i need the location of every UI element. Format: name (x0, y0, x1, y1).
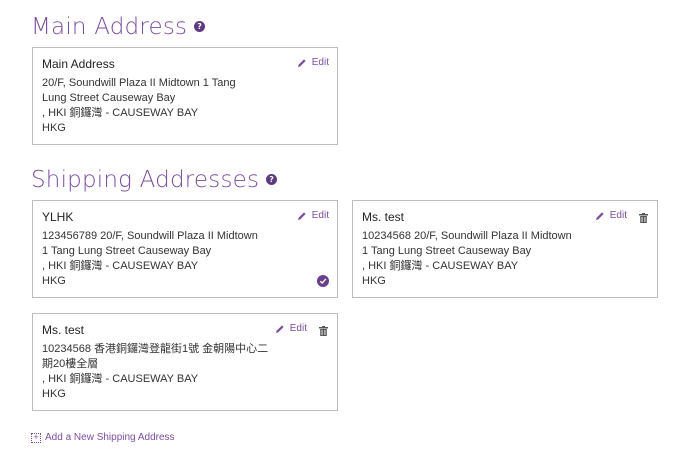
address-lines: 20/F, Soundwill Plaza II Midtown 1 Tang … (42, 76, 236, 136)
trash-icon[interactable] (319, 323, 328, 341)
shipping-address-card: Ms. test Edit 10234568 香港銅鑼灣登龍街1號 金朝陽中心二… (32, 313, 338, 411)
address-name: Main Address (42, 57, 115, 71)
edit-button[interactable]: Edit (297, 210, 329, 221)
address-line: 10234568 香港銅鑼灣登龍街1號 金朝陽中心二 (42, 343, 269, 355)
address-line: HKG (42, 122, 66, 134)
default-check-icon (317, 275, 329, 287)
address-line: 20/F, Soundwill Plaza II Midtown 1 Tang (42, 77, 236, 89)
main-address-card: Main Address Edit 20/F, Soundwill Plaza … (32, 47, 338, 145)
address-line: 1 Tang Lung Street Causeway Bay (362, 245, 532, 257)
address-lines: 10234568 20/F, Soundwill Plaza II Midtow… (362, 229, 572, 289)
edit-label: Edit (311, 210, 329, 221)
edit-button[interactable]: Edit (275, 323, 307, 334)
address-line: , HKI 銅鑼灣 - CAUSEWAY BAY (42, 260, 199, 272)
address-line: HKG (42, 388, 66, 400)
edit-button[interactable]: Edit (297, 57, 329, 68)
add-shipping-address-label: Add a New Shipping Address (45, 432, 175, 443)
address-name: Ms. test (362, 210, 405, 224)
edit-button[interactable]: Edit (595, 210, 627, 221)
address-line: 1 Tang Lung Street Causeway Bay (42, 245, 212, 257)
address-line: , HKI 銅鑼灣 - CAUSEWAY BAY (42, 107, 199, 119)
pencil-icon (595, 211, 604, 220)
shipping-addresses-heading: Shipping Addresses? (31, 167, 278, 193)
address-line: HKG (42, 275, 66, 287)
address-line: 123456789 20/F, Soundwill Plaza II Midto… (42, 230, 258, 242)
pencil-icon (297, 211, 306, 220)
main-address-title: Main Address (31, 14, 188, 40)
shipping-address-card: Ms. test Edit 10234568 20/F, Soundwill P… (352, 200, 658, 298)
address-line: 期20樓全層 (42, 358, 99, 370)
pencil-icon (297, 58, 306, 67)
edit-label: Edit (311, 57, 329, 68)
address-lines: 10234568 香港銅鑼灣登龍街1號 金朝陽中心二 期20樓全層 , HKI … (42, 342, 268, 402)
shipping-address-card: YLHK Edit 123456789 20/F, Soundwill Plaz… (32, 200, 338, 298)
help-icon[interactable]: ? (194, 21, 206, 32)
address-line: 10234568 20/F, Soundwill Plaza II Midtow… (362, 230, 572, 242)
address-name: Ms. test (42, 323, 85, 337)
pencil-icon (275, 324, 284, 333)
main-address-heading: Main Address? (31, 14, 206, 40)
help-icon[interactable]: ? (266, 174, 278, 185)
address-line: Lung Street Causeway Bay (42, 92, 176, 104)
edit-label: Edit (609, 210, 627, 221)
add-shipping-address-link[interactable]: + Add a New Shipping Address (31, 432, 175, 443)
address-lines: 123456789 20/F, Soundwill Plaza II Midto… (42, 229, 258, 289)
address-line: , HKI 銅鑼灣 - CAUSEWAY BAY (362, 260, 519, 272)
address-line: , HKI 銅鑼灣 - CAUSEWAY BAY (42, 373, 199, 385)
address-line: HKG (362, 275, 386, 287)
plus-box-icon: + (31, 432, 41, 443)
edit-label: Edit (289, 323, 307, 334)
trash-icon[interactable] (639, 210, 648, 228)
address-name: YLHK (42, 210, 74, 224)
shipping-addresses-title: Shipping Addresses (31, 167, 260, 193)
